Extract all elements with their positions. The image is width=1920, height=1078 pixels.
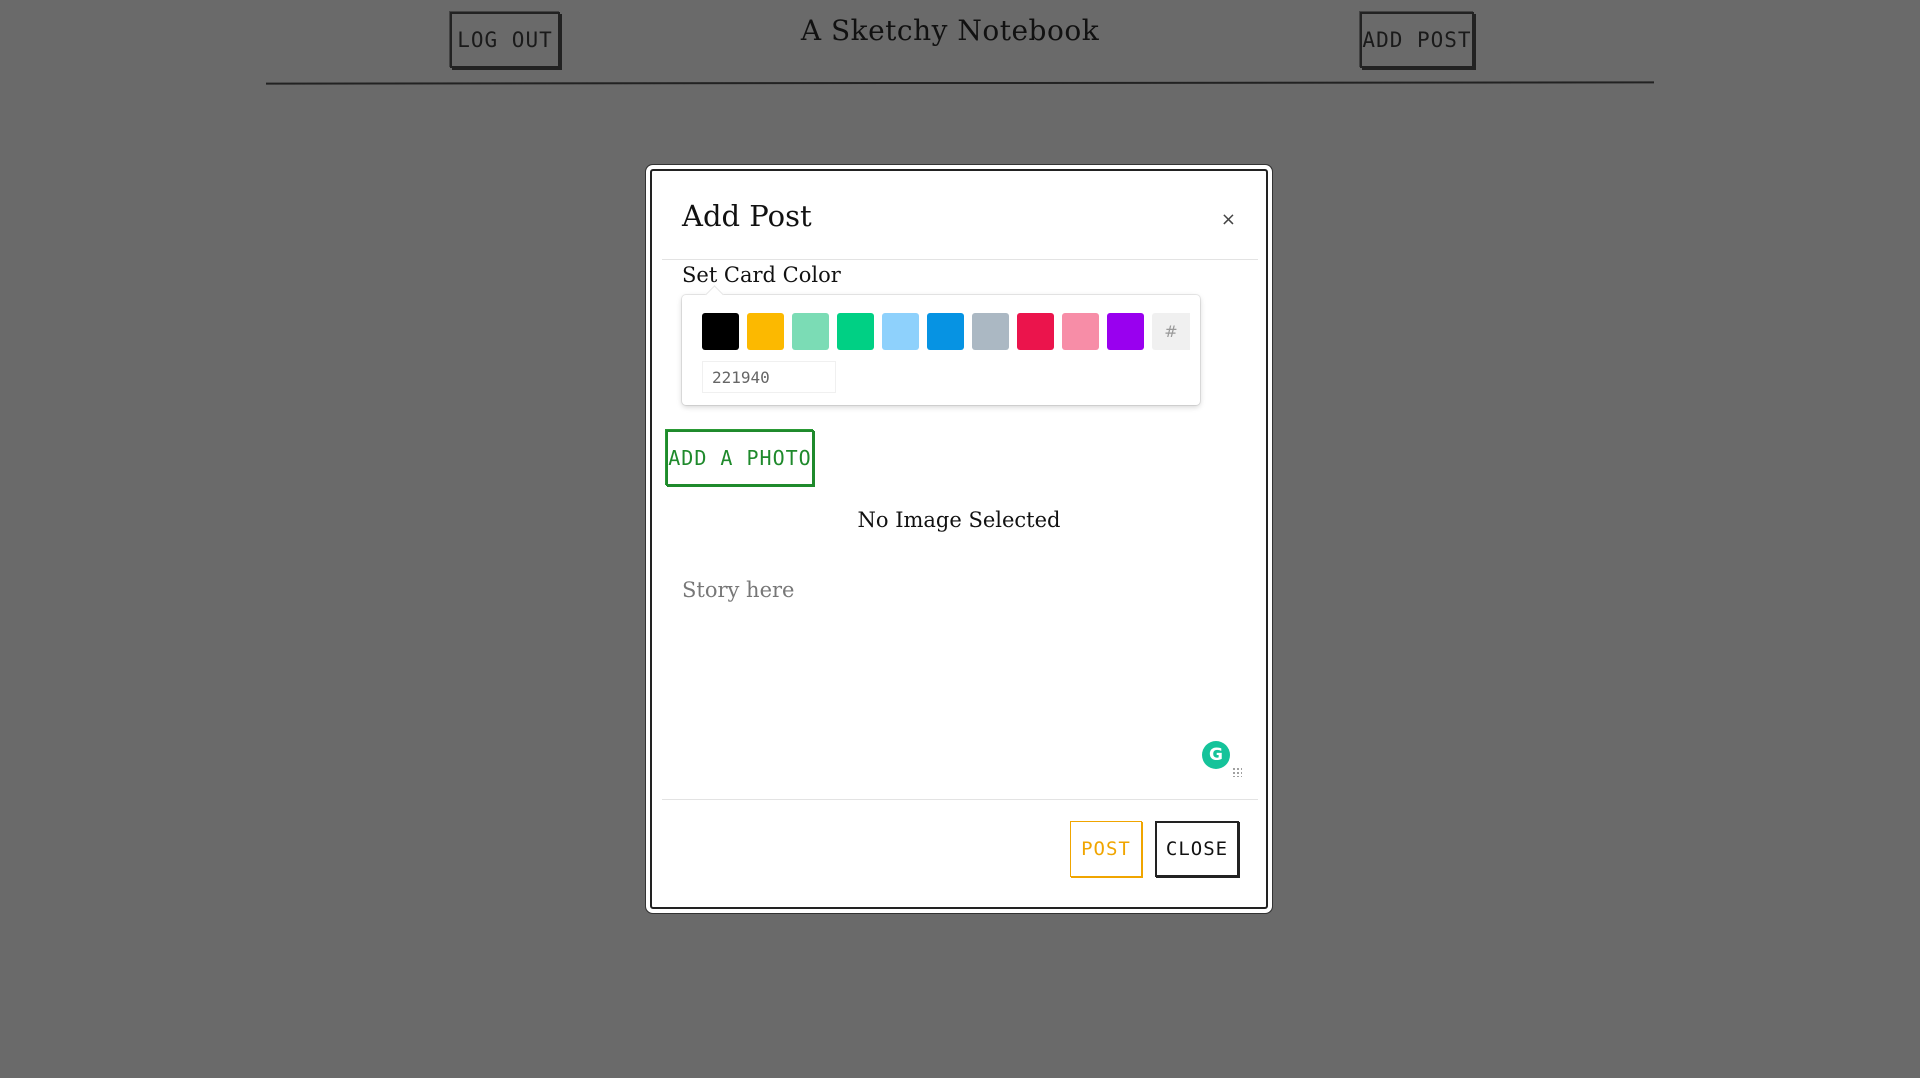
close-button[interactable]: Close xyxy=(1155,821,1239,877)
swatch-gray[interactable] xyxy=(972,313,1009,350)
header-divider xyxy=(265,81,1655,85)
swatch-amber[interactable] xyxy=(747,313,784,350)
add-photo-button[interactable]: Add a Photo xyxy=(666,430,814,486)
post-button[interactable]: Post xyxy=(1070,821,1142,877)
picker-arrow xyxy=(705,285,724,304)
page-title: A Sketchy Notebook xyxy=(800,14,1100,47)
swatch-pink[interactable] xyxy=(1062,313,1099,350)
card-color-label: Set Card Color xyxy=(682,263,841,287)
swatch-green[interactable] xyxy=(837,313,874,350)
modal-title: Add Post xyxy=(682,199,812,233)
add-post-header-button[interactable]: Add Post xyxy=(1360,12,1474,68)
no-image-text: No Image Selected xyxy=(857,508,1061,532)
swatch-black[interactable] xyxy=(702,313,739,350)
modal-header-divider xyxy=(662,259,1258,260)
swatch-purple[interactable] xyxy=(1107,313,1144,350)
color-picker: # xyxy=(682,285,1200,405)
story-textarea[interactable] xyxy=(666,568,1252,778)
app-header: Log out A Sketchy Notebook Add Post xyxy=(0,0,1920,90)
app-root: Log out A Sketchy Notebook Add Post Add … xyxy=(0,0,1920,1078)
grammarly-icon[interactable]: G xyxy=(1202,741,1230,769)
swatch-light-blue[interactable] xyxy=(882,313,919,350)
swatch-mint[interactable] xyxy=(792,313,829,350)
resize-handle-icon[interactable] xyxy=(1232,767,1242,777)
hex-color-input[interactable] xyxy=(702,361,836,393)
swatch-red[interactable] xyxy=(1017,313,1054,350)
swatch-blue[interactable] xyxy=(927,313,964,350)
close-icon[interactable]: × xyxy=(1221,209,1236,230)
add-post-modal: Add Post × Set Card Color # Add a Photo … xyxy=(650,169,1268,909)
modal-footer-divider xyxy=(662,799,1258,800)
logout-button[interactable]: Log out xyxy=(450,12,560,68)
hash-icon: # xyxy=(1152,313,1190,350)
swatch-list: # xyxy=(702,313,1190,350)
